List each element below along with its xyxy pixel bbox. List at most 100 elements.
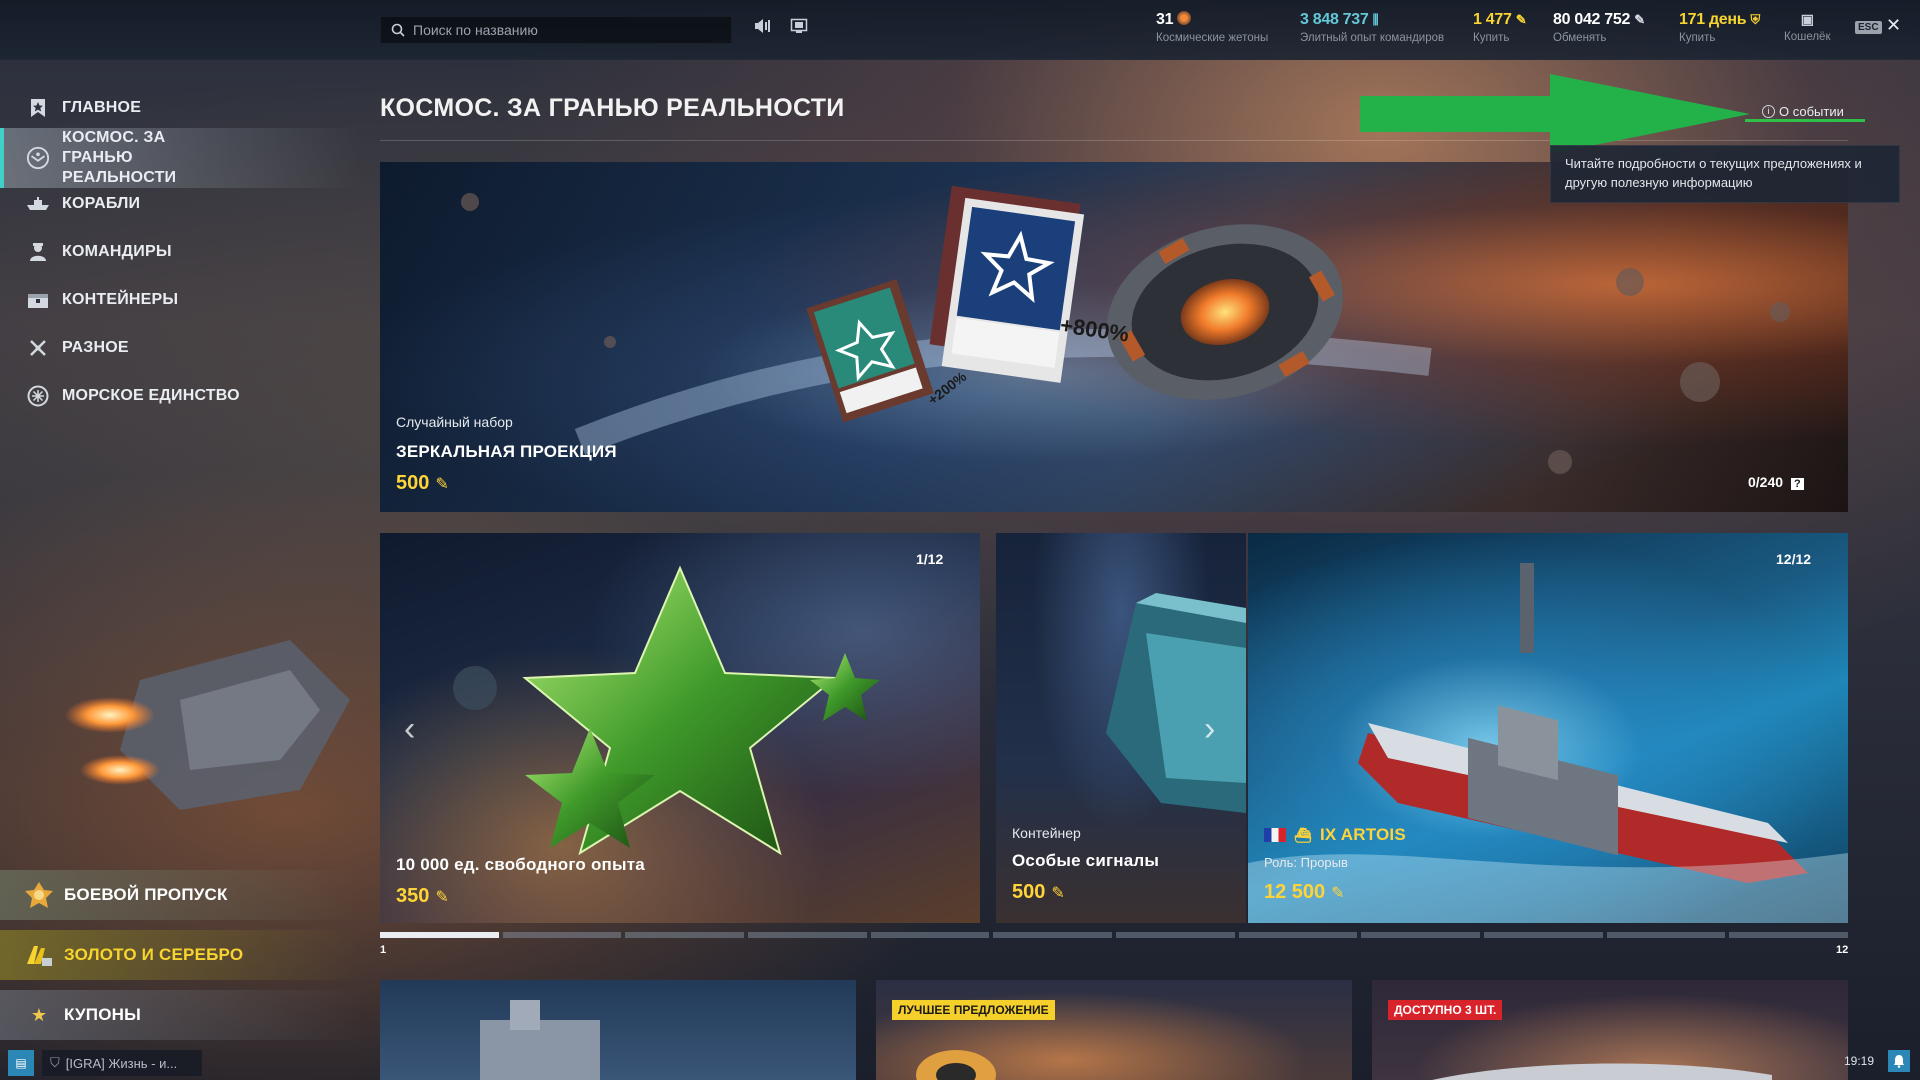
about-tooltip: Читайте подробности о текущих предложени… [1550,145,1900,203]
shield-icon: ⛉ [50,1055,60,1070]
credits[interactable]: 80 042 752 ✎ Обменять [1553,11,1645,44]
pager-segment[interactable] [1606,932,1726,938]
sidebar-promo-battle-pass[interactable]: БОЕВОЙ ПРОПУСК [0,870,360,920]
pager-first-label: 1 [380,944,387,956]
chat-icon[interactable]: ▤ [8,1050,34,1076]
sidebar-promo-label: БОЕВОЙ ПРОПУСК [64,885,228,904]
sidebar-promo-label: КУПОНЫ [64,1005,141,1024]
pager-segment[interactable] [1238,932,1358,938]
about-link-underline [1745,119,1865,122]
doubloon-icon: ✎ [435,475,449,493]
free-xp-price-value: 350 [396,885,430,907]
random-bundle-icon: ? [1790,478,1804,490]
sidebar-promo-label: ЗОЛОТО И СЕРЕБРО [64,945,244,964]
misc-icon [26,336,50,360]
pager-segment[interactable] [1116,932,1235,938]
pager-segment[interactable] [870,932,990,938]
elite-xp-label: Элитный опыт командиров [1300,32,1445,44]
esc-key-badge: ESC [1855,21,1882,34]
space-tokens-value: 31 [1156,11,1268,29]
ship-name-label: IX ARTOIS [1319,825,1406,844]
pager-segment[interactable] [1484,932,1603,938]
pager-segment[interactable] [380,932,499,938]
signals-title: Особые сигналы [1012,851,1160,870]
carousel-prev-arrow-icon[interactable]: ‹ [404,710,415,749]
premium-label: Купить [1679,32,1716,44]
sidebar-item-main[interactable]: ГЛАВНОЕ [0,86,360,130]
screen-icon[interactable] [788,18,810,40]
elite-xp[interactable]: 3 848 737 ⫼ Элитный опыт командиров [1300,11,1444,44]
pager-segment[interactable] [625,932,745,938]
hero-title: ЗЕРКАЛЬНАЯ ПРОЕКЦИЯ [396,442,617,461]
ship-price-value: 12 500 [1264,881,1326,903]
doubloons[interactable]: 1 477 ✎ Купить [1473,11,1527,44]
premium-value: 171 день ⛨ [1679,11,1760,28]
doubloons-label: Купить [1473,32,1510,44]
sidebar-item-naval-unity[interactable]: МОРСКОЕ ЕДИНСТВО [0,374,360,418]
sidebar-item-commanders[interactable]: КОМАНДИРЫ [0,230,360,274]
clock: 19:19 [1844,1054,1875,1068]
doubloon-icon: ✎ [1515,12,1527,27]
hero-offer-card[interactable]: +200% +800% Случайный набор ЗЕРКАЛЬНАЯ П… [380,162,1848,512]
gold-silver-icon [24,940,54,970]
commander-icon [26,240,50,264]
premium[interactable]: 171 день ⛨ Купить [1679,11,1760,44]
search-icon [391,23,405,37]
pager-segment[interactable] [502,932,622,938]
wallet[interactable]: ▣ Кошелёк [1784,11,1830,43]
sound-icon[interactable] [752,18,774,40]
ship-illustration [480,1000,600,1080]
space-token-icon [1177,11,1192,25]
space-tokens[interactable]: 31 Космические жетоны [1156,11,1268,44]
carousel-next-arrow-icon[interactable]: › [1204,710,1215,749]
info-icon: i [1762,105,1775,118]
pager-segment[interactable] [1361,932,1481,938]
free-xp-counter: 1/12 [916,551,944,567]
clan-label: [IGRA] Жизнь - и... [65,1055,178,1071]
clan-chat-button[interactable]: ⛉ [IGRA] Жизнь - и... [42,1050,202,1076]
page-title: КОСМОС. ЗА ГРАНЬЮ РЕАЛЬНОСТИ [380,94,845,122]
bottom-offer-card-1[interactable] [380,980,856,1080]
sidebar-promo-gold-silver[interactable]: ЗОЛОТО И СЕРЕБРО [0,930,360,980]
star-icon: ★ [30,1004,48,1025]
sidebar-item-containers[interactable]: КОНТЕЙНЕРЫ [0,278,360,322]
green-arrow-annotation [1360,74,1750,154]
bookmark-icon [26,96,50,120]
hero-price-value: 500 [396,472,430,494]
pager-last-label: 12 [1836,944,1849,956]
france-flag-icon [1264,828,1286,842]
signals-price-value: 500 [1012,881,1046,903]
notification-bell-icon[interactable] [1888,1050,1910,1072]
close-icon[interactable]: ✕ [1886,15,1901,36]
wallet-label: Кошелёк [1784,31,1831,43]
sidebar-item-label: РАЗНОЕ [62,339,129,356]
free-xp-card[interactable]: 1/12 10 000 ед. свободного опыта 350 ✎ [380,533,980,923]
doubloon-icon: ✎ [435,888,449,906]
hero-subtitle: Случайный набор [396,414,513,430]
pager-segment[interactable] [993,932,1113,938]
about-event-label: О событии [1779,104,1844,119]
sidebar-item-space[interactable]: КОСМОС. ЗА ГРАНЬЮ РЕАЛЬНОСТИ [0,128,360,188]
sidebar-promo-coupons[interactable]: ★ КУПОНЫ [0,990,360,1040]
battle-pass-icon [24,880,54,910]
doubloon-icon: ✎ [1051,884,1065,902]
sidebar-item-ships[interactable]: КОРАБЛИ [0,182,360,226]
signals-price: 500 ✎ [1012,881,1065,904]
bottom-offer-card-2[interactable]: ЛУЧШЕЕ ПРЕДЛОЖЕНИЕ [876,980,1352,1080]
pager-segment[interactable] [1729,932,1849,938]
container-icon [26,288,50,312]
ship-class-icon: ⛴ [1294,826,1312,843]
search-box[interactable] [380,16,732,44]
free-xp-price: 350 ✎ [396,885,449,908]
doubloon-icon: ✎ [1331,884,1345,902]
bottom-left-bar: ▤ ⛉ [IGRA] Жизнь - и... [0,1046,360,1080]
search-input[interactable] [413,22,731,38]
token-illustration [916,1050,996,1080]
sidebar-item-misc[interactable]: РАЗНОЕ [0,326,360,370]
ship-counter: 12/12 [1776,551,1812,567]
bottom-offer-card-3[interactable]: ДОСТУПНО 3 ШТ. [1372,980,1848,1080]
about-event-link[interactable]: i О событии [1762,104,1844,119]
wallet-icon: ▣ [1800,11,1814,27]
pager-segment[interactable] [748,932,867,938]
artois-ship-card[interactable]: 12/12 ⛴ IX ARTOIS Роль: Прорыв 12 500 ✎ [1248,533,1848,923]
